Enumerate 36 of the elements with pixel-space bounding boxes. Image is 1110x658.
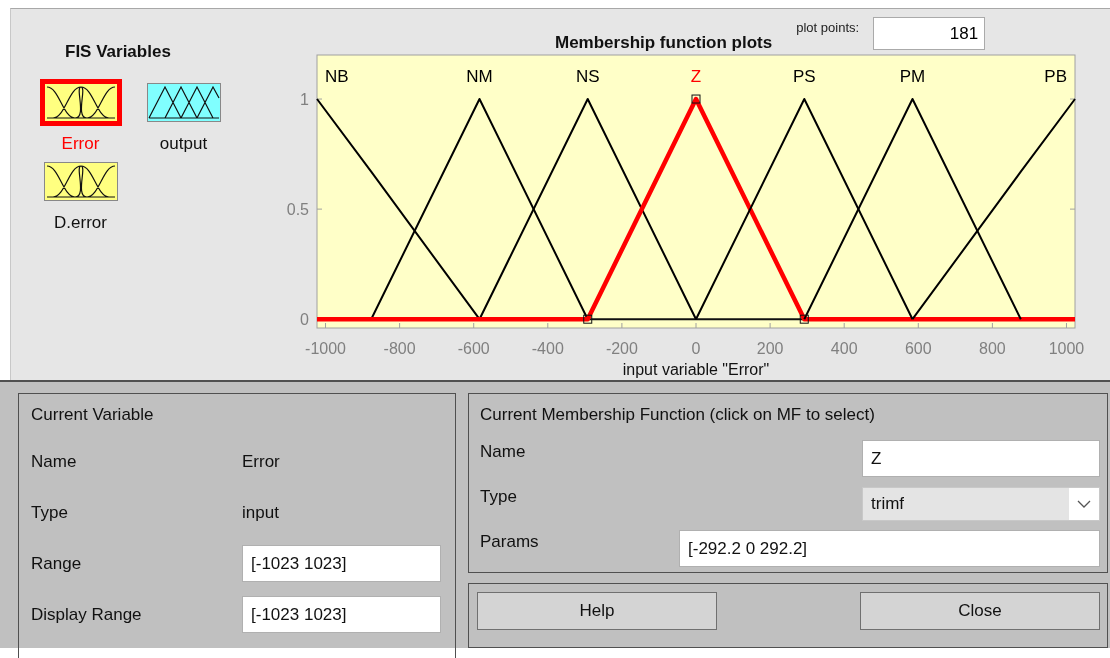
field-value: input bbox=[242, 502, 279, 523]
x-tick-label: -1000 bbox=[305, 340, 346, 357]
x-tick-label: 800 bbox=[979, 340, 1006, 357]
y-tick-label: 1 bbox=[300, 91, 309, 109]
panel-title: Current Variable bbox=[31, 404, 155, 426]
panel-title: Current Membership Function (click on MF to select) bbox=[480, 404, 876, 426]
field-label: Params bbox=[480, 531, 540, 552]
mf-label: NM bbox=[466, 67, 493, 86]
mf-label: NS bbox=[575, 67, 600, 86]
axis-label: input variable "Error" bbox=[622, 361, 770, 378]
section-title: FIS Variables bbox=[65, 42, 171, 62]
x-tick-label: -400 bbox=[531, 340, 564, 357]
field-label: Type bbox=[31, 502, 69, 523]
y-tick-label: 0 bbox=[300, 311, 309, 329]
field-label: plot points: bbox=[796, 20, 860, 35]
x-tick-label: 400 bbox=[830, 340, 858, 357]
mf-label: Z bbox=[690, 67, 702, 86]
field-label: Type bbox=[480, 486, 518, 507]
x-tick-label: 0 bbox=[691, 340, 701, 357]
mf-label: NB bbox=[325, 67, 349, 86]
mf-label: PM bbox=[899, 67, 926, 86]
x-tick-label: 200 bbox=[756, 340, 784, 357]
y-tick-label: 0.5 bbox=[286, 201, 309, 219]
mf-label: PS bbox=[792, 67, 816, 86]
field-label: Name bbox=[31, 451, 78, 472]
chart-title: Membership function plots bbox=[555, 33, 773, 53]
x-tick-label: 600 bbox=[904, 340, 932, 357]
field-label: Name bbox=[480, 441, 527, 462]
x-tick-label: 1000 bbox=[1048, 340, 1085, 357]
x-tick-label: -800 bbox=[383, 340, 416, 357]
x-tick-label: -200 bbox=[605, 340, 638, 357]
mf-label: PB bbox=[1044, 67, 1067, 86]
field-value: Error bbox=[242, 451, 280, 472]
field-label: Display Range bbox=[31, 604, 143, 625]
field-label: Range bbox=[31, 553, 83, 574]
x-tick-label: -600 bbox=[457, 340, 490, 357]
